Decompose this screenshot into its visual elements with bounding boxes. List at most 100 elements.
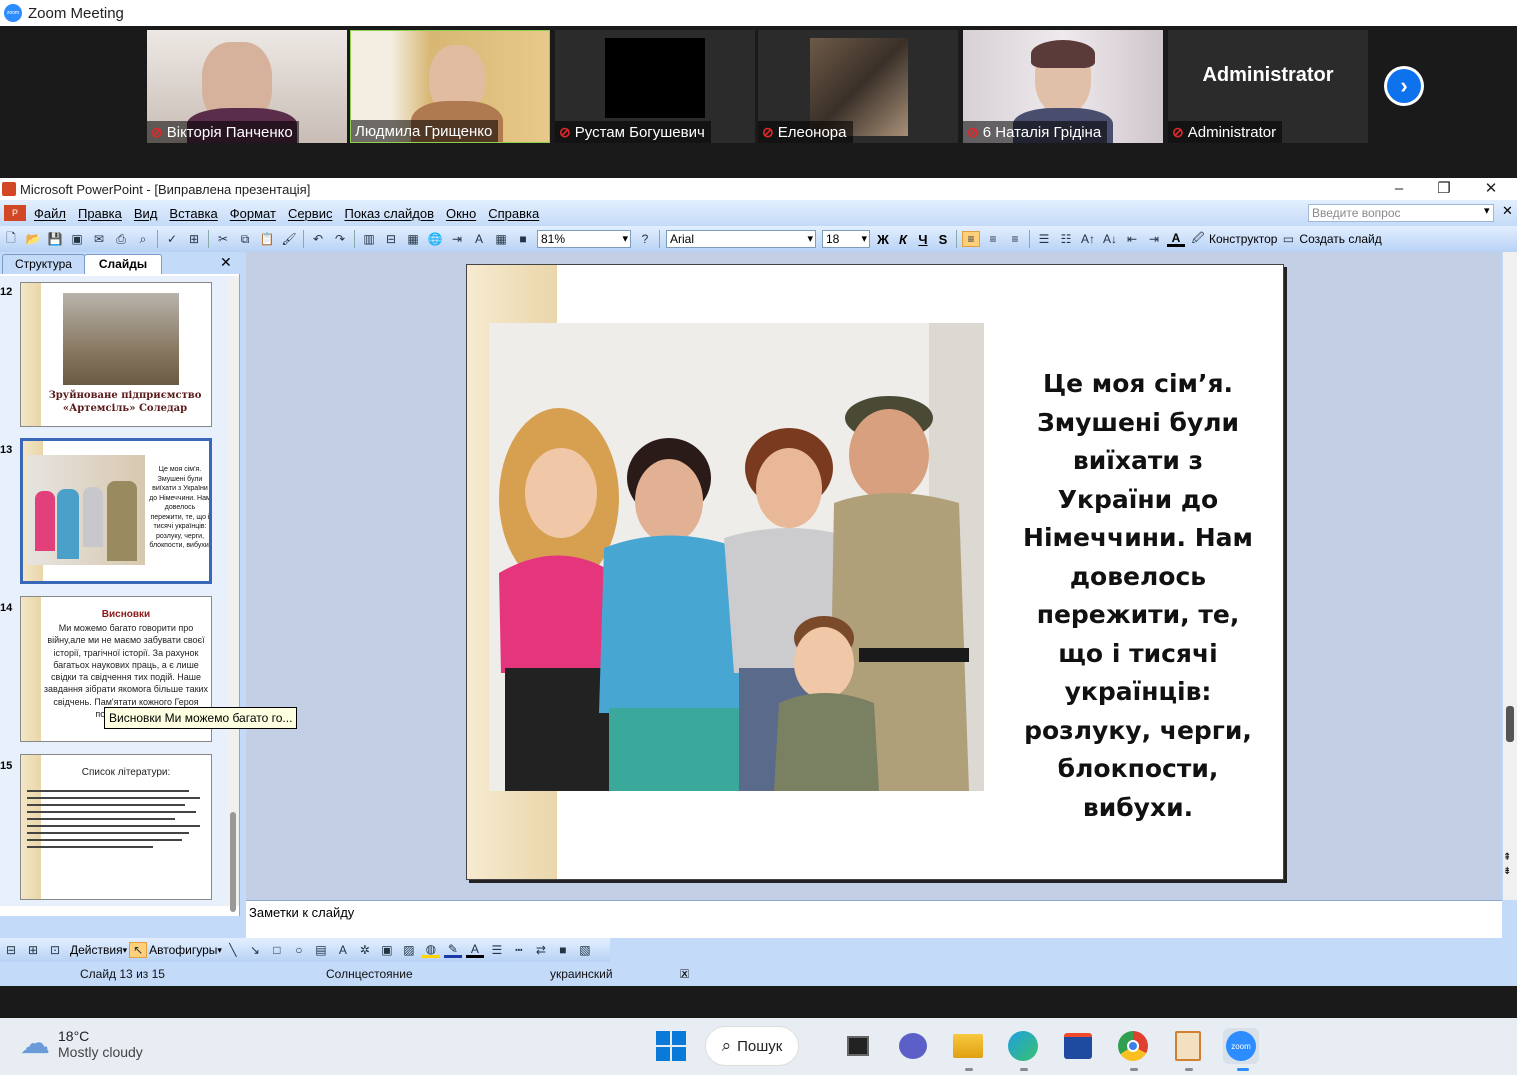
tab-slides[interactable]: Слайды bbox=[84, 254, 162, 274]
font-name-select[interactable]: Arial bbox=[666, 230, 816, 248]
menu-help[interactable]: Справка bbox=[482, 206, 545, 221]
align-right-icon[interactable]: ≡ bbox=[1006, 231, 1024, 247]
task-view-button[interactable] bbox=[840, 1028, 876, 1064]
autoshapes-menu[interactable]: Автофигуры bbox=[149, 943, 217, 957]
slide-thumbnail-15[interactable]: Список літератури: bbox=[20, 754, 212, 900]
tab-outline[interactable]: Структура bbox=[2, 254, 85, 274]
close-doc-icon[interactable]: ✕ bbox=[1502, 203, 1513, 219]
zoom-select[interactable]: 81% bbox=[537, 230, 631, 248]
format-painter-icon[interactable]: 🖌 bbox=[280, 231, 298, 247]
grid-icon[interactable]: ▦ bbox=[492, 231, 510, 247]
tables-borders-icon[interactable]: ▦ bbox=[404, 231, 422, 247]
participant-tile[interactable]: ⊘ 6 Наталія Грідіна bbox=[963, 30, 1163, 143]
bold-button[interactable]: Ж bbox=[873, 232, 893, 247]
3d-style-icon[interactable]: ▧ bbox=[576, 942, 594, 958]
participant-tile[interactable]: ⊘ Вікторія Панченко bbox=[147, 30, 347, 143]
select-pointer-icon[interactable]: ↖ bbox=[129, 942, 148, 958]
participant-tile[interactable]: ⊘ Рустам Богушевич bbox=[555, 30, 755, 143]
increase-indent-icon[interactable]: ⇥ bbox=[1145, 231, 1163, 247]
research-icon[interactable]: ⊞ bbox=[185, 231, 203, 247]
decrease-indent-icon[interactable]: ⇤ bbox=[1123, 231, 1141, 247]
email-icon[interactable]: ✉ bbox=[90, 231, 108, 247]
help-icon[interactable]: ? bbox=[636, 231, 654, 247]
wordart-icon[interactable]: A bbox=[334, 942, 352, 958]
font-size-select[interactable]: 18 bbox=[822, 230, 870, 248]
taskbar-search[interactable]: ⌕ Пошук bbox=[705, 1026, 799, 1066]
teams-chat-button[interactable] bbox=[895, 1028, 931, 1064]
clipart-icon[interactable]: ▣ bbox=[378, 942, 396, 958]
menu-insert[interactable]: Вставка bbox=[163, 206, 223, 221]
save-icon[interactable]: 💾 bbox=[46, 231, 64, 247]
oval-icon[interactable]: ○ bbox=[290, 942, 308, 958]
paste-icon[interactable]: 📋 bbox=[258, 231, 276, 247]
shadow-button[interactable]: S bbox=[933, 232, 953, 247]
redo-icon[interactable]: ↷ bbox=[331, 231, 349, 247]
menu-tools[interactable]: Сервис bbox=[282, 206, 339, 221]
diagram-icon[interactable]: ✲ bbox=[356, 942, 374, 958]
table-icon[interactable]: ⊟ bbox=[382, 231, 400, 247]
decrease-font-icon[interactable]: A↓ bbox=[1101, 231, 1119, 247]
preview-icon[interactable]: ⌕ bbox=[134, 231, 152, 247]
new-slide-button[interactable]: Создать слайд bbox=[1299, 232, 1381, 246]
menu-view[interactable]: Вид bbox=[128, 206, 164, 221]
color-grayscale-icon[interactable]: ■ bbox=[514, 231, 532, 247]
close-pane-icon[interactable]: ✕ bbox=[220, 254, 232, 271]
maximize-button[interactable]: ❐ bbox=[1421, 178, 1467, 200]
current-slide[interactable]: Це моя сім’я. Змушені були виїхати з Укр… bbox=[466, 264, 1284, 880]
participant-tile-active[interactable]: Людмила Грищенко bbox=[350, 30, 550, 143]
thumbnails-scrollbar[interactable] bbox=[227, 276, 239, 912]
powerpoint-taskbar-button[interactable] bbox=[1170, 1028, 1206, 1064]
slide-body-text[interactable]: Це моя сім’я. Змушені були виїхати з Укр… bbox=[1015, 365, 1261, 827]
participant-tile[interactable]: ⊘ Елеонора bbox=[758, 30, 958, 143]
arrow-style-icon[interactable]: ⇄ bbox=[532, 942, 550, 958]
next-slide-icon[interactable]: ⇟ bbox=[1503, 866, 1511, 877]
slide-thumbnail-13-selected[interactable]: Це моя сім'я. Змушені були виїхати з Укр… bbox=[20, 438, 212, 584]
weather-widget[interactable]: ☁ 18°C Mostly cloudy bbox=[20, 1026, 143, 1061]
new-slide-icon[interactable]: ▭ bbox=[1279, 231, 1297, 247]
permission-icon[interactable]: ▣ bbox=[68, 231, 86, 247]
open-icon[interactable]: 📂 bbox=[24, 231, 42, 247]
align-center-icon[interactable]: ≡ bbox=[984, 231, 1002, 247]
text-color-icon[interactable]: A bbox=[465, 942, 484, 958]
chart-icon[interactable]: ▥ bbox=[360, 231, 378, 247]
view-show-icon[interactable]: ⊡ bbox=[46, 942, 64, 958]
menu-edit[interactable]: Правка bbox=[72, 206, 128, 221]
line-color-icon[interactable]: ✎ bbox=[443, 942, 462, 958]
close-button[interactable]: ✕ bbox=[1468, 178, 1514, 200]
edge-button[interactable] bbox=[1005, 1028, 1041, 1064]
expand-icon[interactable]: ⇥ bbox=[448, 231, 466, 247]
store-button[interactable] bbox=[1060, 1028, 1096, 1064]
view-normal-icon[interactable]: ⊟ bbox=[2, 942, 20, 958]
textbox-icon[interactable]: ▤ bbox=[312, 942, 330, 958]
copy-icon[interactable]: ⧉ bbox=[236, 231, 254, 247]
bullets-icon[interactable]: ☷ bbox=[1057, 231, 1075, 247]
new-icon[interactable]: 🗋 bbox=[2, 231, 20, 247]
slide-thumbnail-12[interactable]: Зруйноване підприємство «Артемсіль» Соле… bbox=[20, 282, 212, 427]
menu-format[interactable]: Формат bbox=[224, 206, 282, 221]
slide-scrollbar[interactable]: ⇞ ⇟ bbox=[1503, 252, 1517, 900]
menu-slideshow[interactable]: Показ слайдов bbox=[338, 206, 440, 221]
menu-file[interactable]: Файл bbox=[28, 206, 72, 221]
underline-button[interactable]: Ч bbox=[913, 232, 933, 247]
minimize-button[interactable]: – bbox=[1376, 178, 1422, 200]
undo-icon[interactable]: ↶ bbox=[309, 231, 327, 247]
numbering-icon[interactable]: ☰ bbox=[1035, 231, 1053, 247]
arrow-icon[interactable]: ↘ bbox=[246, 942, 264, 958]
shadow-style-icon[interactable]: ■ bbox=[554, 942, 572, 958]
cut-icon[interactable]: ✂ bbox=[214, 231, 232, 247]
picture-icon[interactable]: ▨ bbox=[400, 942, 418, 958]
designer-button[interactable]: Конструктор bbox=[1209, 232, 1277, 246]
zoom-taskbar-button[interactable]: zoom bbox=[1223, 1028, 1259, 1064]
actions-menu[interactable]: Действия bbox=[70, 943, 123, 957]
menu-window[interactable]: Окно bbox=[440, 206, 482, 221]
show-formatting-icon[interactable]: A bbox=[470, 231, 488, 247]
dash-style-icon[interactable]: ┅ bbox=[510, 942, 528, 958]
line-style-icon[interactable]: ☰ bbox=[488, 942, 506, 958]
document-icon[interactable]: P bbox=[4, 205, 26, 221]
file-explorer-button[interactable] bbox=[950, 1028, 986, 1064]
prev-slide-icon[interactable]: ⇞ bbox=[1503, 852, 1511, 863]
increase-font-icon[interactable]: A↑ bbox=[1079, 231, 1097, 247]
participant-tile[interactable]: Administrator ⊘ Administrator bbox=[1168, 30, 1368, 143]
help-dropdown-icon[interactable]: ▾ bbox=[1484, 204, 1490, 217]
rectangle-icon[interactable]: □ bbox=[268, 942, 286, 958]
